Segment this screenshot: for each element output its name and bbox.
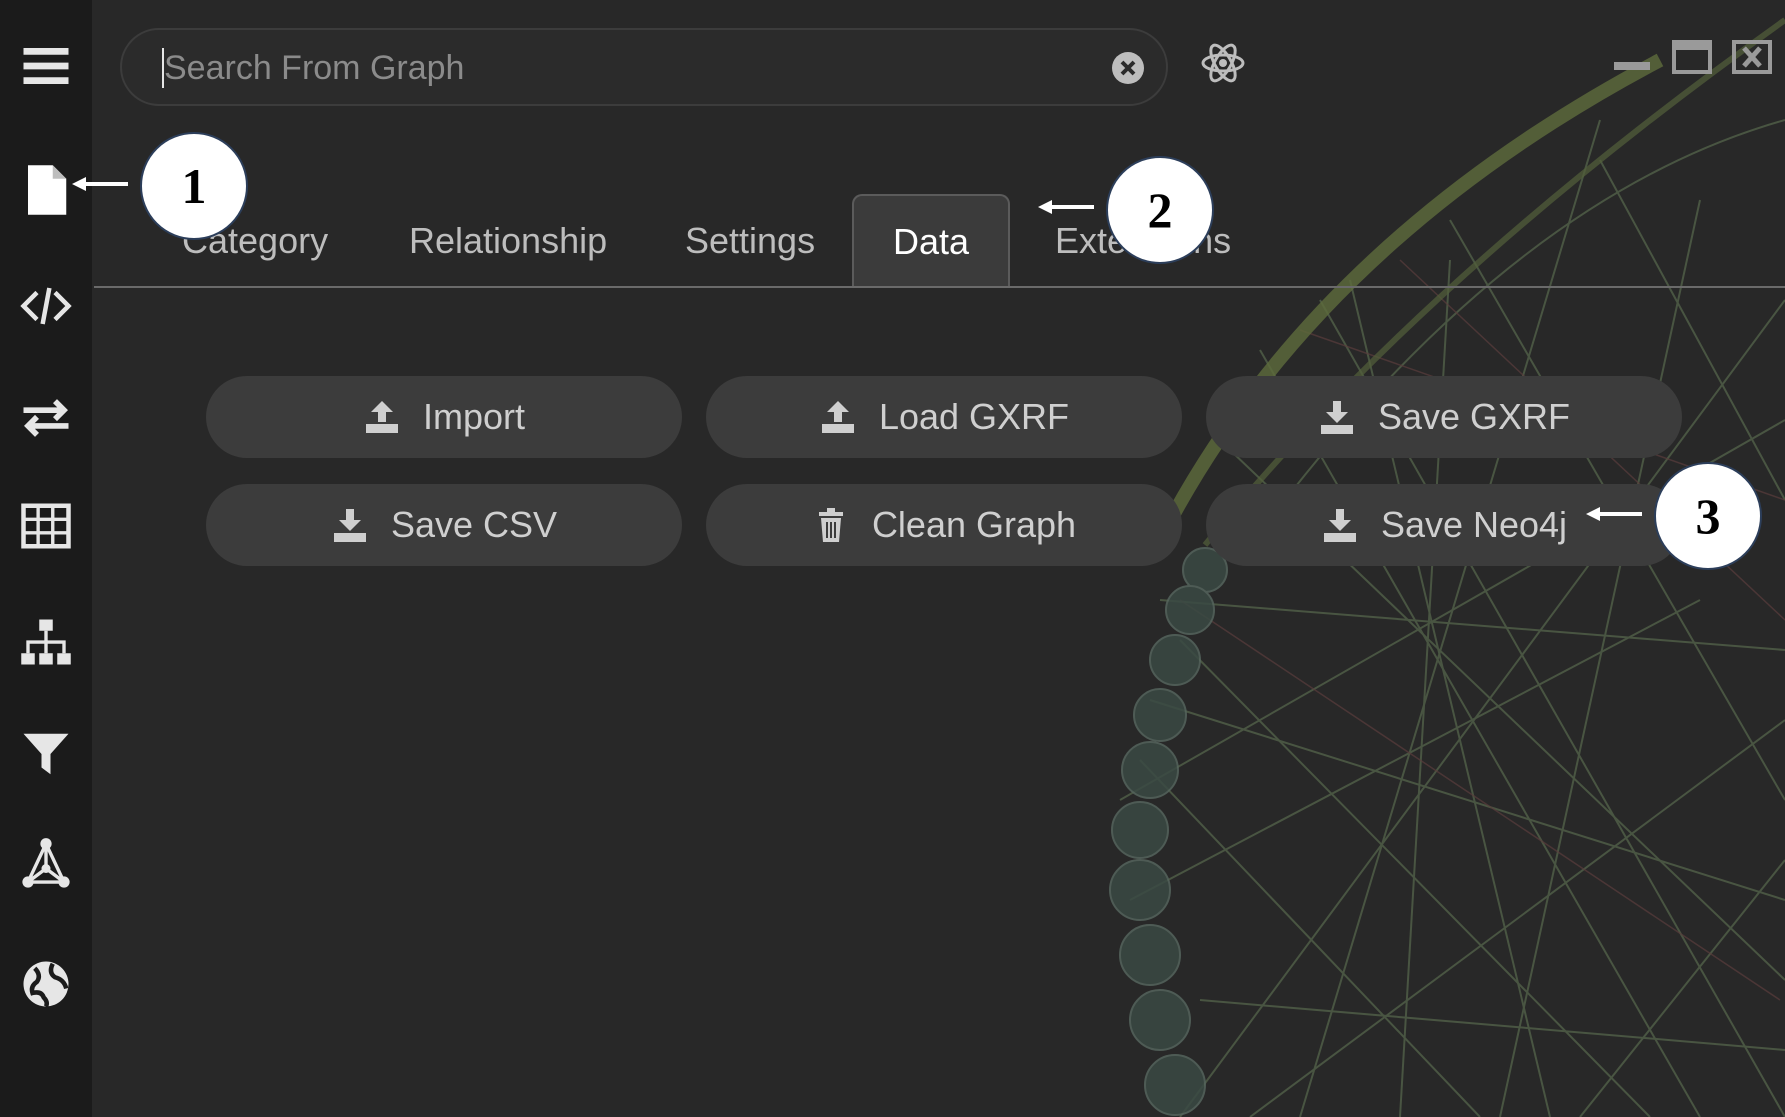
filter-icon[interactable] [14,722,78,786]
callout-arrow-3 [1586,507,1642,521]
text-caret [162,48,164,88]
load-gxrf-button-label: Load GXRF [878,396,1070,437]
callout-arrow-1 [72,177,128,191]
clean-graph-button[interactable]: Clean Graph [706,484,1182,566]
search-input[interactable] [162,44,1066,92]
tab-settings[interactable]: Settings [685,220,815,264]
swap-arrows-icon[interactable] [14,386,78,450]
network-icon[interactable] [14,832,78,896]
save-gxrf-button-label: Save GXRF [1377,396,1571,437]
clear-search-icon[interactable] [1110,50,1146,86]
import-button-label: Import [422,396,526,437]
tab-data[interactable]: Data [852,194,1010,286]
file-icon[interactable] [14,158,78,222]
callout-3: 3 [1654,462,1762,570]
hierarchy-icon[interactable] [14,610,78,674]
download-icon [1320,401,1353,434]
close-icon[interactable] [1732,40,1772,74]
sidebar [0,0,92,1117]
menu-icon[interactable] [14,34,78,98]
load-gxrf-button[interactable]: Load GXRF [706,376,1182,458]
search-bar [120,28,1168,106]
upload-icon [365,401,398,433]
atom-icon[interactable] [1200,40,1246,86]
callout-arrow-2 [1038,200,1094,214]
clean-graph-button-label: Clean Graph [871,504,1077,545]
minimize-icon[interactable] [1612,40,1652,74]
app-window: Category Relationship Settings Data Exte… [0,0,1785,1117]
maximize-icon[interactable] [1672,40,1712,74]
import-button[interactable]: Import [206,376,682,458]
callout-1: 1 [140,132,248,240]
globe-icon[interactable] [14,952,78,1016]
code-icon[interactable] [14,274,78,338]
save-csv-button[interactable]: Save CSV [206,484,682,566]
download-icon [1323,509,1356,542]
callout-2: 2 [1106,156,1214,264]
save-gxrf-button[interactable]: Save GXRF [1206,376,1682,458]
save-neo4j-button[interactable]: Save Neo4j [1206,484,1682,566]
save-csv-button-label: Save CSV [390,504,558,545]
trash-icon [818,508,843,542]
table-icon[interactable] [14,494,78,558]
download-icon [333,509,366,542]
save-neo4j-button-label: Save Neo4j [1380,504,1568,545]
tab-relationship[interactable]: Relationship [409,220,607,264]
upload-icon [821,401,854,433]
tabs-divider [94,286,1785,288]
